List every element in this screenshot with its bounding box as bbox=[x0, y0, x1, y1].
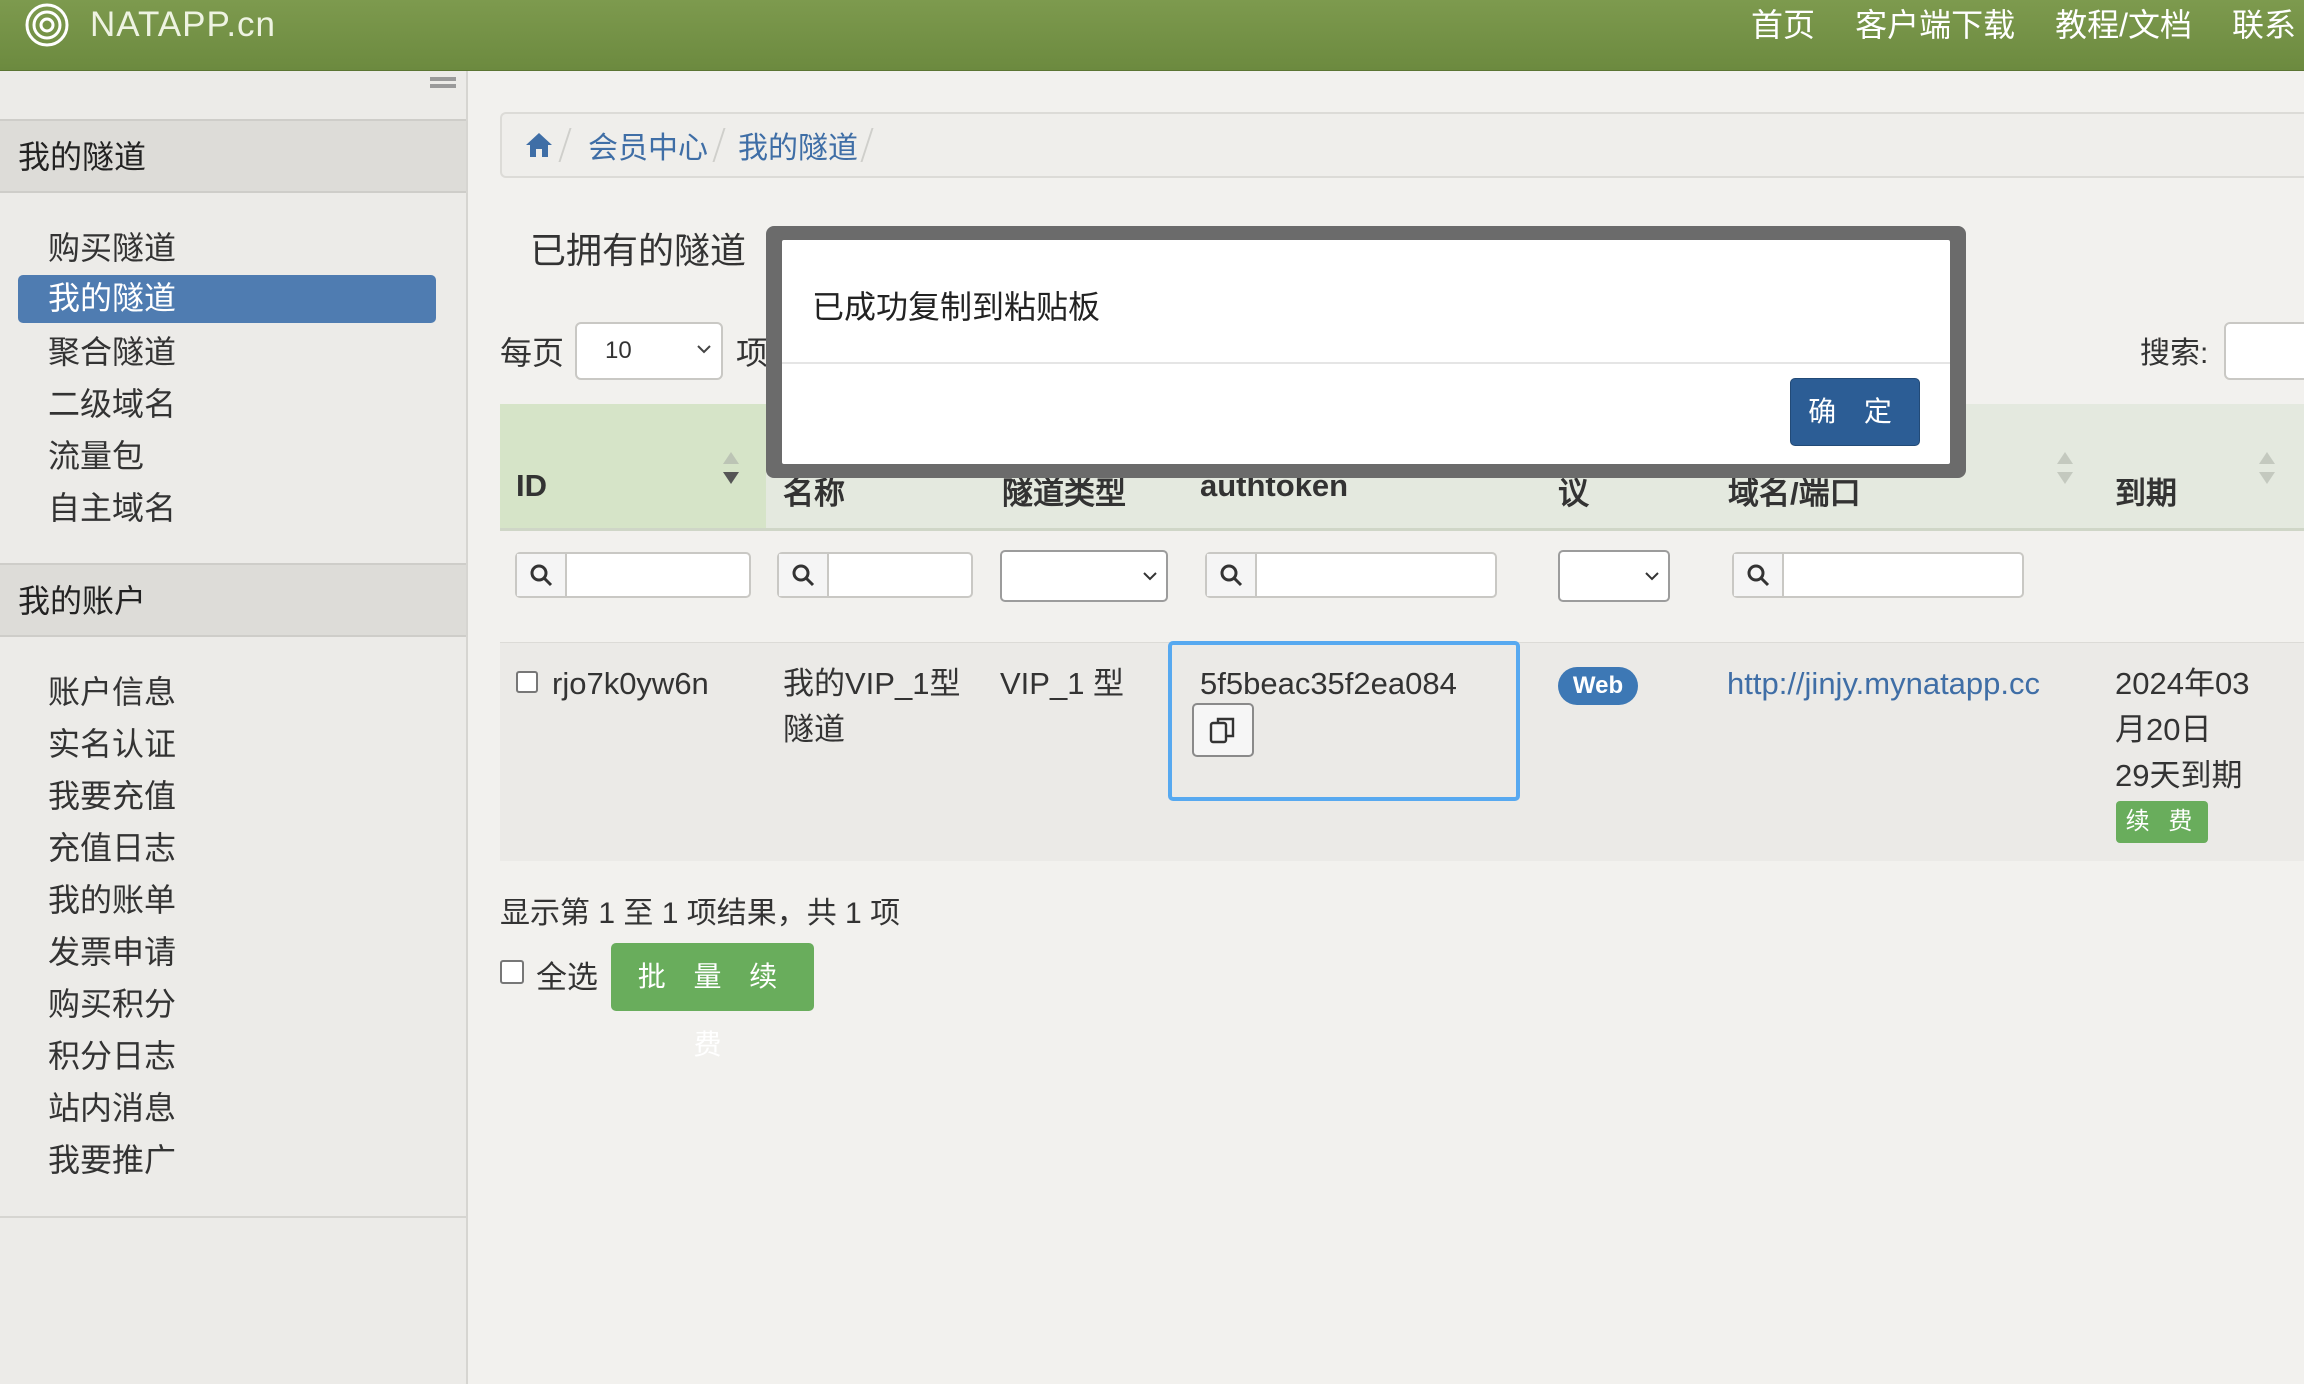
filter-authtoken-input[interactable] bbox=[1205, 552, 1497, 598]
sort-icon[interactable] bbox=[2258, 450, 2276, 486]
sidebar-section-account: 我的账户 bbox=[0, 563, 466, 637]
sidebar-divider bbox=[0, 1216, 466, 1218]
filter-protocol-select[interactable] bbox=[1558, 550, 1670, 602]
sort-icon[interactable] bbox=[722, 450, 740, 486]
expire-note: 29天到期 bbox=[2115, 758, 2243, 793]
sidebar-item-my-tunnels[interactable]: 我的隧道 bbox=[18, 275, 436, 323]
dialog-divider bbox=[782, 362, 1950, 364]
column-filters bbox=[500, 530, 2304, 640]
home-icon[interactable] bbox=[524, 130, 554, 160]
sidebar-account-menu: 账户信息 实名认证 我要充值 充值日志 我的账单 发票申请 购买积分 积分日志 … bbox=[18, 667, 436, 1187]
authtoken-cell: 5f5beac35f2ea084 bbox=[1168, 641, 1520, 801]
brand-name: NATAPP.cn bbox=[90, 5, 277, 44]
search-icon bbox=[792, 564, 815, 587]
search-label: 搜索: bbox=[2140, 337, 2209, 370]
column-header-expire[interactable]: 到期 bbox=[2115, 468, 2177, 513]
filter-id-input[interactable] bbox=[515, 552, 751, 598]
search-icon bbox=[1747, 564, 1770, 587]
tunnel-name: 我的VIP_1型隧道 bbox=[783, 666, 961, 747]
sidebar-collapse-icon[interactable] bbox=[430, 77, 456, 99]
tunnel-type: VIP_1 型 bbox=[1000, 666, 1125, 701]
sidebar-item-traffic-pack[interactable]: 流量包 bbox=[18, 431, 436, 483]
dialog-ok-button[interactable]: 确 定 bbox=[1790, 378, 1920, 446]
authtoken-value: 5f5beac35f2ea084 bbox=[1200, 666, 1457, 701]
modal-overlay-frame: 已成功复制到粘贴板 确 定 bbox=[766, 226, 1966, 478]
batch-renew-button[interactable]: 批 量 续 费 bbox=[611, 943, 814, 1060]
select-all-label[interactable]: 全选 bbox=[536, 952, 598, 997]
row-checkbox[interactable] bbox=[516, 671, 538, 693]
chevron-down-icon bbox=[1143, 572, 1157, 581]
sidebar-item-buy-points[interactable]: 购买积分 bbox=[18, 979, 436, 1031]
search-icon bbox=[530, 564, 553, 587]
sidebar-item-points-log[interactable]: 积分日志 bbox=[18, 1031, 436, 1083]
search-icon bbox=[1220, 564, 1243, 587]
nav-home[interactable]: 首页 bbox=[1751, 0, 1815, 50]
nav-client-download[interactable]: 客户端下载 bbox=[1855, 0, 2015, 50]
nav-docs[interactable]: 教程/文档 bbox=[2055, 0, 2192, 50]
sidebar: 我的隧道 购买隧道 我的隧道 聚合隧道 二级域名 流量包 自主域名 我的账户 账… bbox=[0, 71, 468, 1384]
sidebar-item-custom-domain[interactable]: 自主域名 bbox=[18, 483, 436, 535]
breadcrumb-separator bbox=[860, 128, 874, 162]
copy-authtoken-button[interactable] bbox=[1192, 703, 1254, 757]
per-page-label: 每页 bbox=[500, 335, 565, 371]
per-page-value: 10 bbox=[605, 337, 632, 364]
sidebar-item-verification[interactable]: 实名认证 bbox=[18, 719, 436, 771]
chevron-down-icon bbox=[1645, 572, 1659, 581]
sidebar-item-bills[interactable]: 我的账单 bbox=[18, 875, 436, 927]
sidebar-item-invoice[interactable]: 发票申请 bbox=[18, 927, 436, 979]
sidebar-item-recharge-log[interactable]: 充值日志 bbox=[18, 823, 436, 875]
per-page-select[interactable]: 10 bbox=[575, 322, 723, 380]
filter-name-input[interactable] bbox=[777, 552, 973, 598]
sidebar-item-recharge[interactable]: 我要充值 bbox=[18, 771, 436, 823]
copy-icon bbox=[1209, 717, 1235, 744]
column-header-id[interactable]: ID bbox=[516, 468, 547, 504]
expire-cell: 2024年03月20日 29天到期 bbox=[2115, 661, 2265, 799]
copy-success-dialog: 已成功复制到粘贴板 确 定 bbox=[782, 240, 1950, 464]
sidebar-tunnel-menu: 购买隧道 我的隧道 聚合隧道 二级域名 流量包 自主域名 bbox=[18, 223, 436, 535]
tunnel-domain-link[interactable]: http://jinjy.mynatapp.cc bbox=[1727, 661, 2040, 707]
tunnel-id: rjo7k0yw6n bbox=[552, 666, 709, 701]
filter-tunnel-type-select[interactable] bbox=[1000, 550, 1168, 602]
sidebar-item-aggregate-tunnels[interactable]: 聚合隧道 bbox=[18, 327, 436, 379]
dialog-message: 已成功复制到粘贴板 bbox=[812, 289, 1101, 325]
sidebar-item-account-info[interactable]: 账户信息 bbox=[18, 667, 436, 719]
sidebar-item-subdomains[interactable]: 二级域名 bbox=[18, 379, 436, 431]
expire-date: 2024年03月20日 bbox=[2115, 666, 2250, 747]
nav-contact[interactable]: 联系 bbox=[2232, 0, 2296, 50]
top-navbar: NATAPP.cn 首页 客户端下载 教程/文档 联系 bbox=[0, 0, 2304, 71]
sidebar-item-buy-tunnel[interactable]: 购买隧道 bbox=[18, 223, 436, 275]
per-page-suffix: 项 bbox=[736, 335, 769, 371]
select-all-checkbox[interactable] bbox=[500, 960, 524, 984]
breadcrumb-member-center[interactable]: 会员中心 bbox=[588, 123, 708, 167]
brand-logo[interactable]: NATAPP.cn bbox=[24, 2, 276, 48]
chevron-down-icon bbox=[697, 345, 711, 354]
filter-domain-input[interactable] bbox=[1732, 552, 2024, 598]
top-menu: 首页 客户端下载 教程/文档 联系 bbox=[1751, 0, 2304, 50]
renew-button[interactable]: 续 费 bbox=[2116, 801, 2208, 843]
breadcrumb: 会员中心 我的隧道 bbox=[500, 112, 2304, 178]
breadcrumb-separator bbox=[558, 128, 572, 162]
natapp-logo-icon bbox=[25, 3, 69, 47]
protocol-badge: Web bbox=[1558, 667, 1638, 705]
sidebar-section-tunnels: 我的隧道 bbox=[0, 119, 466, 193]
sidebar-item-referral[interactable]: 我要推广 bbox=[18, 1135, 436, 1187]
page-title: 已拥有的隧道 bbox=[530, 230, 747, 271]
table-row: rjo7k0yw6n 我的VIP_1型隧道 VIP_1 型 5f5beac35f… bbox=[500, 641, 2304, 861]
table-summary: 显示第 1 至 1 项结果，共 1 项 bbox=[500, 897, 901, 930]
breadcrumb-my-tunnels[interactable]: 我的隧道 bbox=[738, 123, 858, 167]
breadcrumb-separator bbox=[712, 128, 726, 162]
sidebar-item-messages[interactable]: 站内消息 bbox=[18, 1083, 436, 1135]
sort-icon[interactable] bbox=[2056, 450, 2074, 486]
search-input[interactable] bbox=[2224, 322, 2304, 380]
